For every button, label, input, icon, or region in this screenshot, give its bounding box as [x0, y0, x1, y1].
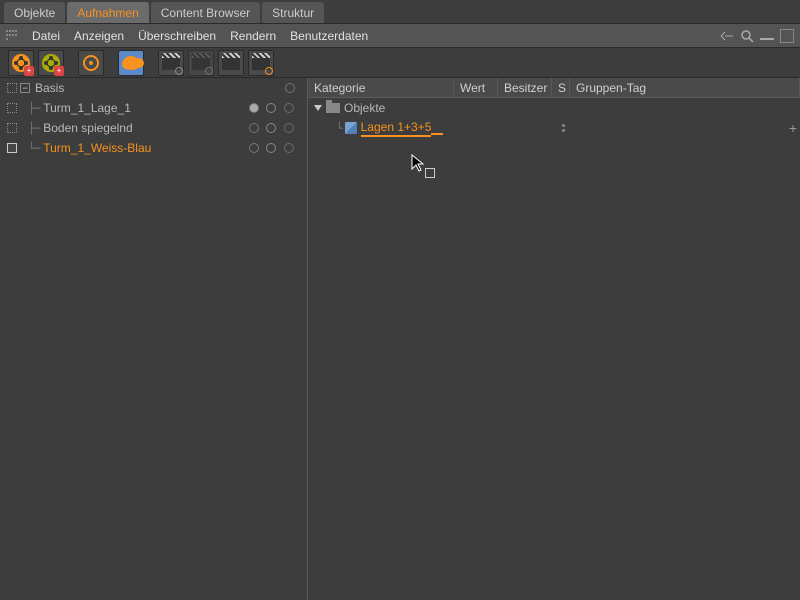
gear-icon[interactable]	[283, 122, 295, 134]
tool-target[interactable]	[78, 50, 104, 76]
grip-icon[interactable]	[6, 30, 18, 42]
menu-ueberschreiben[interactable]: Überschreiben	[138, 29, 216, 43]
tab-struktur[interactable]: Struktur	[262, 2, 324, 23]
minimize-icon[interactable]	[760, 32, 774, 40]
tree-label: Turm_1_Lage_1	[41, 101, 249, 115]
window-controls	[720, 29, 794, 43]
active-toggle-icon[interactable]	[249, 143, 259, 153]
collapse-arrow-icon[interactable]	[720, 31, 734, 41]
collapse-icon[interactable]: −	[20, 83, 30, 93]
tool-blob[interactable]	[118, 50, 144, 76]
gear-icon[interactable]	[265, 102, 277, 114]
cursor-pointer-icon	[411, 154, 427, 174]
tab-objekte[interactable]: Objekte	[4, 2, 65, 23]
tab-aufnahmen[interactable]: Aufnahmen	[67, 2, 148, 23]
object-icon	[345, 122, 357, 134]
menu-anzeigen[interactable]: Anzeigen	[74, 29, 124, 43]
override-label[interactable]: Lagen 1+3+5	[361, 120, 432, 137]
selector-handle-icon[interactable]	[554, 124, 572, 132]
menu-benutzerdaten[interactable]: Benutzerdaten	[290, 29, 368, 43]
folder-icon	[326, 103, 340, 113]
row-handle-icon[interactable]	[4, 143, 20, 153]
add-tag-button[interactable]: +	[786, 121, 800, 135]
menu-rendern[interactable]: Rendern	[230, 29, 276, 43]
gear-icon[interactable]	[265, 122, 277, 134]
expand-triangle-icon[interactable]	[314, 105, 322, 111]
col-wert[interactable]: Wert	[454, 78, 498, 97]
col-s[interactable]: S	[552, 78, 570, 97]
col-besitzer[interactable]: Besitzer	[498, 78, 552, 97]
tree-root-basis[interactable]: − Basis	[0, 78, 307, 98]
tree-item[interactable]: ├─ Boden spiegelnd	[0, 118, 307, 138]
tree-item-selected[interactable]: └─ Turm_1_Weiss-Blau	[0, 138, 307, 158]
tool-new-take-b[interactable]: +	[38, 50, 64, 76]
category-row-objekte[interactable]: Objekte	[308, 98, 800, 118]
gear-icon[interactable]	[283, 142, 295, 154]
row-handle-icon[interactable]	[4, 83, 20, 93]
col-kategorie[interactable]: Kategorie	[308, 78, 454, 97]
tree-label: Basis	[33, 81, 285, 95]
active-toggle-icon[interactable]	[249, 103, 259, 113]
override-item-lagen[interactable]: └ Lagen 1+3+5 +	[308, 118, 800, 138]
tree-branch-icon: └─	[20, 142, 41, 155]
tree-branch-icon: ├─	[20, 122, 41, 135]
overrides-body: Objekte └ Lagen 1+3+5 +	[308, 98, 800, 600]
toolbar: + +	[0, 48, 800, 78]
tool-new-take[interactable]: +	[8, 50, 34, 76]
tab-content-browser[interactable]: Content Browser	[151, 2, 260, 23]
takes-tree: − Basis ├─ Turm_1_Lage_1 ├─ Boden spiege…	[0, 78, 308, 600]
tree-label: Turm_1_Weiss-Blau	[41, 141, 249, 155]
tree-branch-icon: └	[336, 122, 343, 135]
active-toggle-icon[interactable]	[285, 83, 295, 93]
column-headers: Kategorie Wert Besitzer S Gruppen-Tag	[308, 78, 800, 98]
maximize-icon[interactable]	[780, 29, 794, 43]
tool-render-b[interactable]	[188, 50, 214, 76]
tree-branch-icon: ├─	[20, 102, 41, 115]
search-icon[interactable]	[740, 29, 754, 43]
tree-item[interactable]: ├─ Turm_1_Lage_1	[0, 98, 307, 118]
category-label: Objekte	[344, 101, 385, 115]
row-handle-icon[interactable]	[4, 103, 20, 113]
tool-render-d[interactable]	[248, 50, 274, 76]
col-gruppen-tag[interactable]: Gruppen-Tag	[570, 78, 800, 97]
tool-render-a[interactable]	[158, 50, 184, 76]
tool-render-c[interactable]	[218, 50, 244, 76]
active-toggle-icon[interactable]	[249, 123, 259, 133]
tree-label: Boden spiegelnd	[41, 121, 249, 135]
main-tabs: Objekte Aufnahmen Content Browser Strukt…	[0, 0, 800, 24]
menu-bar: Datei Anzeigen Überschreiben Rendern Ben…	[0, 24, 800, 48]
main-area: − Basis ├─ Turm_1_Lage_1 ├─ Boden spiege…	[0, 78, 800, 600]
drop-indicator	[431, 121, 443, 135]
row-handle-icon[interactable]	[4, 123, 20, 133]
overrides-panel: Kategorie Wert Besitzer S Gruppen-Tag Ob…	[308, 78, 800, 600]
gear-icon[interactable]	[283, 102, 295, 114]
menu-datei[interactable]: Datei	[32, 29, 60, 43]
gear-icon[interactable]	[265, 142, 277, 154]
